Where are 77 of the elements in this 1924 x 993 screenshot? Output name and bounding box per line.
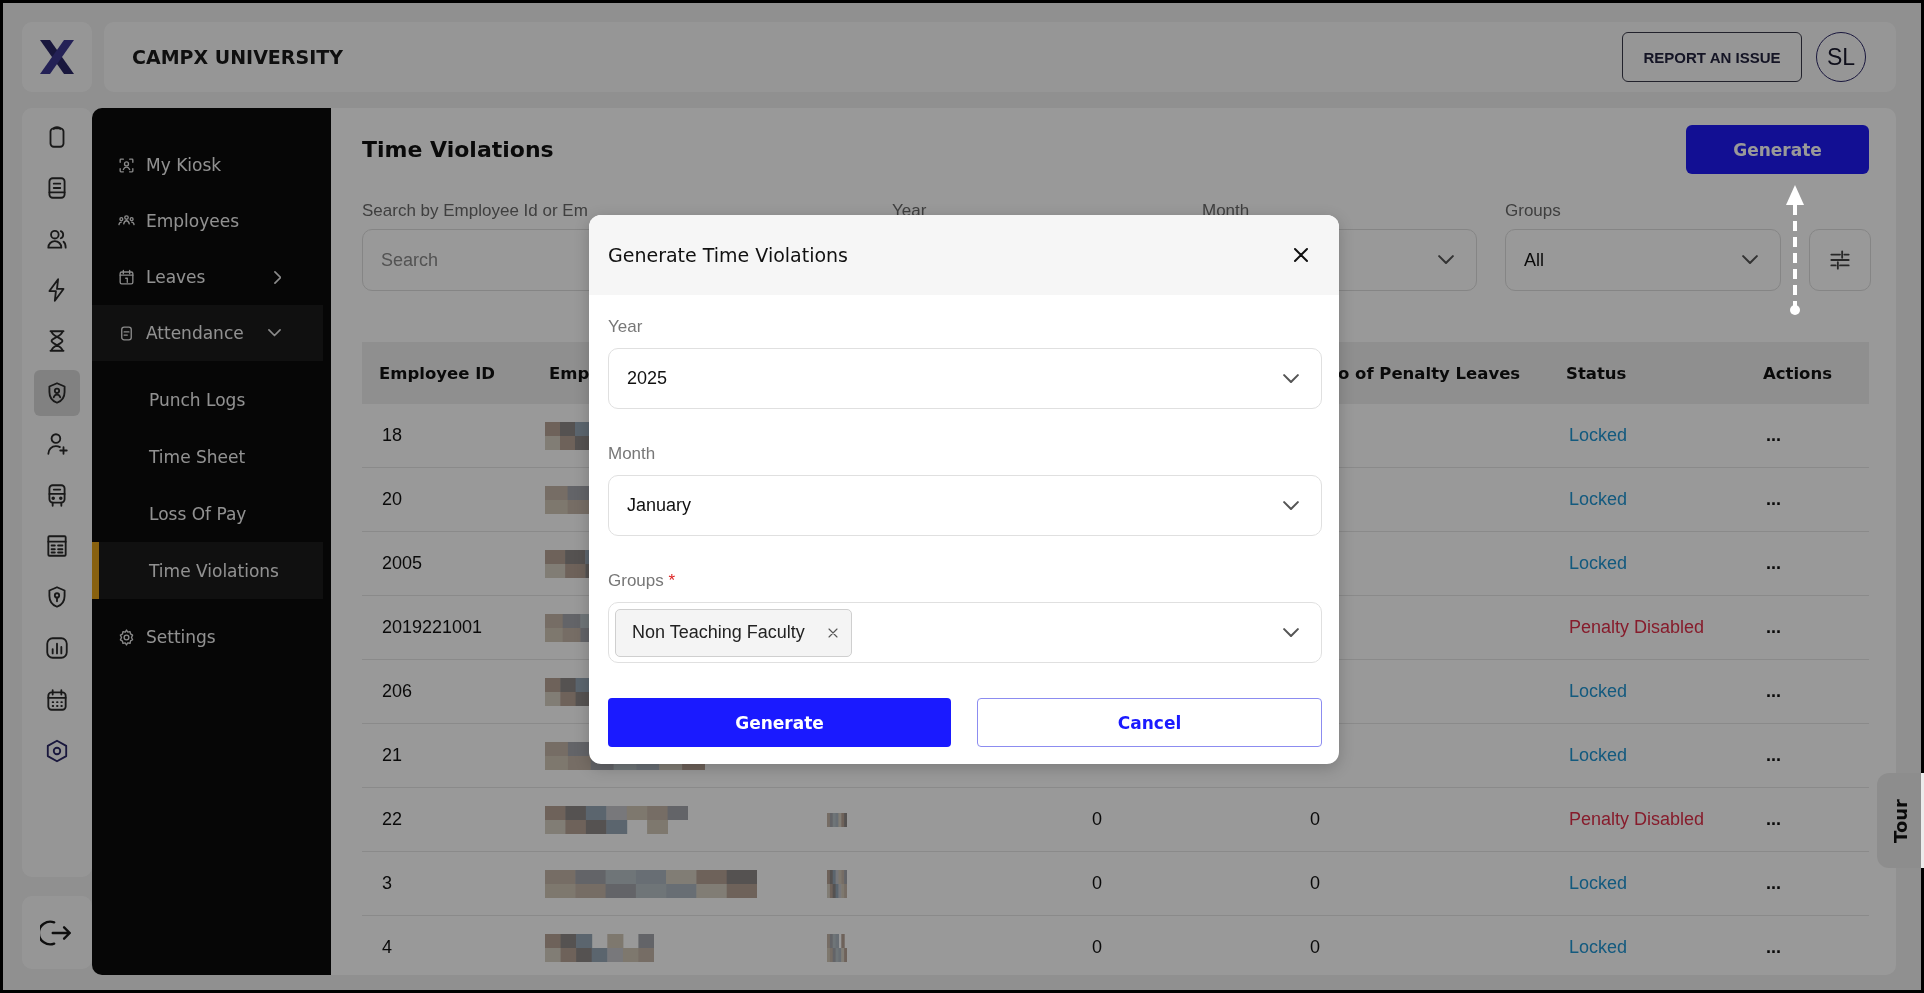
- tour-button[interactable]: Tour: [1877, 773, 1924, 868]
- table-cell-text: 0: [1309, 937, 1320, 958]
- table-cell-text: 20: [381, 489, 403, 510]
- select-field[interactable]: 2025: [608, 348, 1322, 409]
- nav-item[interactable]: Loss Of Pay: [92, 485, 323, 542]
- table-cell-text: Locked: [1568, 681, 1628, 702]
- table-cell-text: Penalty Disabled: [1568, 809, 1705, 830]
- table-cell-text: 3: [381, 873, 392, 894]
- nav-item[interactable]: My Kiosk: [92, 137, 323, 193]
- field-label: Groups *: [608, 571, 677, 591]
- more-actions-button[interactable]: ...: [1766, 553, 1781, 573]
- chip-label: Non Teaching Faculty: [632, 622, 805, 643]
- nav-item[interactable]: Time Violations: [92, 542, 323, 599]
- field-label: Month: [608, 444, 657, 464]
- table-cell-text: Penalty Disabled: [1568, 617, 1705, 638]
- table-cell-text: 0: [1091, 937, 1102, 958]
- university-name: CAMPX UNIVERSITY: [132, 46, 344, 68]
- dialog-title: Generate Time Violations: [608, 244, 848, 266]
- logo-icon: [37, 37, 77, 77]
- calendar-icon: [117, 267, 136, 287]
- select-field[interactable]: All: [1505, 229, 1781, 291]
- chevron-down-icon: [1283, 373, 1299, 384]
- user-avatar[interactable]: SL: [1816, 32, 1866, 82]
- table-cell-text: 206: [381, 681, 413, 702]
- generate-button[interactable]: Generate: [608, 698, 951, 747]
- nav-item[interactable]: Leaves: [92, 249, 323, 305]
- table-cell-text: 2005: [381, 553, 423, 574]
- table-cell-text: 0: [1309, 873, 1320, 894]
- select-field[interactable]: January: [608, 475, 1322, 536]
- nav-item[interactable]: Employees: [92, 193, 323, 249]
- report-issue-button[interactable]: REPORT AN ISSUE: [1622, 32, 1802, 82]
- table-cell-text: 18: [381, 425, 403, 446]
- table-cell-text: 21: [381, 745, 403, 766]
- table-cell-text: Locked: [1568, 425, 1628, 446]
- table-cell-text: Locked: [1568, 937, 1628, 958]
- field-label: Search by Employee Id or Em: [362, 201, 589, 221]
- field-label: Year: [608, 317, 644, 337]
- face-scan-icon: [117, 155, 136, 175]
- chevron-down-icon: [1283, 500, 1299, 511]
- column-header[interactable]: Status: [1549, 363, 1746, 383]
- table-cell-text: Locked: [1568, 553, 1628, 574]
- page-title: Time Violations: [362, 137, 554, 162]
- more-actions-button[interactable]: ...: [1766, 425, 1781, 445]
- chevron-down-icon: [1742, 255, 1758, 265]
- more-actions-button[interactable]: ...: [1766, 681, 1781, 701]
- table-cell-text: 4: [381, 937, 392, 958]
- more-actions-button[interactable]: ...: [1766, 809, 1781, 829]
- select-field[interactable]: Non Teaching Faculty: [608, 602, 1322, 663]
- more-actions-button[interactable]: ...: [1766, 745, 1781, 765]
- filter-settings-button[interactable]: [1809, 229, 1871, 291]
- table-cell-text: Locked: [1568, 489, 1628, 510]
- table-cell-text: Locked: [1568, 745, 1628, 766]
- shield-user-icon[interactable]: [34, 369, 80, 416]
- nav-item[interactable]: Time Sheet: [92, 428, 323, 485]
- more-actions-button[interactable]: ...: [1766, 873, 1781, 893]
- table-cell-text: 0: [1309, 809, 1320, 830]
- table-cell-text: 22: [381, 809, 403, 830]
- generate-button[interactable]: Generate: [1686, 125, 1869, 174]
- table-cell-text: Locked: [1568, 873, 1628, 894]
- column-header[interactable]: Actions: [1746, 363, 1869, 383]
- more-actions-button[interactable]: ...: [1766, 489, 1781, 509]
- table-cell-text: 0: [1091, 873, 1102, 894]
- chevron-down-icon: [268, 329, 281, 337]
- table-cell-text: 0: [1091, 809, 1102, 830]
- table-cell-text: 2019221001: [381, 617, 483, 638]
- more-actions-button[interactable]: ...: [1766, 617, 1781, 637]
- nav-item[interactable]: Attendance: [92, 305, 323, 361]
- more-actions-button[interactable]: ...: [1766, 937, 1781, 957]
- field-label: Groups: [1505, 201, 1562, 221]
- chevron-right-icon: [273, 270, 281, 284]
- nav-item[interactable]: Punch Logs: [92, 371, 323, 428]
- cancel-button[interactable]: Cancel: [977, 698, 1322, 747]
- settings-icon: [117, 627, 136, 647]
- chevron-down-icon: [1283, 627, 1299, 638]
- column-header[interactable]: Employee ID: [362, 363, 532, 383]
- chevron-down-icon: [1438, 255, 1454, 265]
- nav-item[interactable]: Settings: [92, 609, 323, 665]
